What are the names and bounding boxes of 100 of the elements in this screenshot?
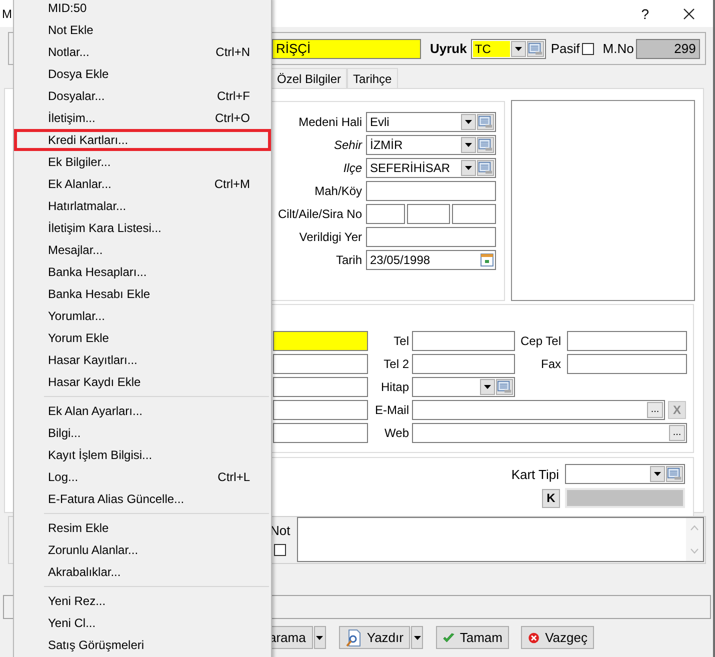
menu-item[interactable]: Yorumlar... [14, 305, 271, 327]
close-icon[interactable] [683, 8, 695, 20]
menu-item[interactable]: Mesajlar... [14, 239, 271, 261]
field-label: Verildigi Yer [298, 230, 363, 244]
dropdown-button[interactable] [461, 114, 476, 130]
menu-item[interactable]: Not Ekle [14, 19, 271, 41]
menu-item[interactable]: Hatırlatmalar... [14, 195, 271, 217]
print-preview-icon [346, 628, 362, 646]
caret-icon [484, 385, 491, 389]
name-field[interactable]: RİŞÇİ [272, 38, 421, 58]
field-label: Medeni Hali [298, 115, 363, 129]
member-number-label: M.No [602, 41, 634, 56]
combo-field[interactable]: Evli [366, 112, 496, 132]
input-field[interactable] [366, 204, 405, 224]
caret-icon [316, 636, 324, 640]
caret-icon [414, 636, 421, 640]
input-field[interactable] [412, 331, 515, 351]
field-label: Tel [392, 334, 410, 348]
field-label: Tel 2 [382, 357, 410, 371]
window-title: M [2, 6, 12, 20]
menu-item[interactable]: Bilgi... [14, 422, 271, 444]
calendar-icon[interactable] [480, 253, 494, 267]
list-icon [478, 138, 493, 152]
dropdown-button[interactable] [510, 40, 526, 56]
note-checkbox[interactable] [274, 544, 286, 556]
cancel-button[interactable]: Vazgeç [521, 626, 594, 649]
dropdown-button[interactable] [480, 379, 495, 395]
menu-item[interactable]: İletişim Kara Listesi... [14, 217, 271, 239]
field-label: Ilçe [342, 161, 363, 175]
menu-item[interactable]: Kredi Kartları... [14, 129, 271, 151]
input-field[interactable] [273, 354, 368, 374]
combo-field[interactable]: İZMİR [366, 135, 496, 155]
input-field[interactable] [273, 400, 368, 420]
note-text-area[interactable] [297, 517, 704, 562]
menu-item[interactable]: Akrabalıklar... [14, 561, 271, 583]
menu-item[interactable]: E-Fatura Alias Güncelle... [14, 488, 271, 510]
date-field[interactable]: 23/05/1998 [366, 250, 496, 270]
print-button[interactable]: Yazdır [338, 626, 410, 649]
menu-item[interactable]: Ek Alanlar... Ctrl+M [14, 173, 271, 195]
menu-item[interactable]: Banka Hesapları... [14, 261, 271, 283]
menu-item[interactable]: Ek Alan Ayarları... [14, 400, 271, 422]
menu-item[interactable]: Log... Ctrl+L [14, 466, 271, 488]
member-number-field: 299 [636, 38, 700, 58]
lookup-button[interactable] [526, 40, 544, 56]
menu-item[interactable]: Notlar... Ctrl+N [14, 41, 271, 63]
email-field[interactable]: ... [412, 400, 665, 420]
tab[interactable]: Tarihçe [347, 68, 398, 88]
field-label: Hitap [380, 380, 410, 394]
menu-item[interactable]: İletişim... Ctrl+O [14, 107, 271, 129]
browse-button[interactable]: ... [669, 425, 685, 441]
help-button[interactable]: ? [641, 6, 649, 22]
dropdown-button[interactable] [650, 466, 665, 482]
input-field[interactable] [452, 204, 496, 224]
dropdown-button[interactable] [411, 626, 424, 649]
menu-item[interactable]: Ek Bilgiler... [14, 151, 271, 173]
list-icon [528, 42, 543, 56]
combo-field[interactable]: SEFERİHİSAR [366, 158, 496, 178]
caret-icon [465, 166, 472, 170]
nationality-label: Uyruk [430, 41, 467, 56]
caret-icon [465, 143, 472, 147]
input-field[interactable] [273, 331, 368, 351]
caret-icon [654, 472, 661, 476]
ok-button[interactable]: Tamam [436, 626, 510, 649]
menu-item[interactable]: Yorum Ekle [14, 327, 271, 349]
combo-field[interactable] [412, 377, 515, 397]
k-button[interactable]: K [542, 488, 560, 508]
dropdown-button[interactable] [461, 137, 476, 153]
field-label: Tarih [334, 253, 363, 267]
menu-item[interactable]: Zorunlu Alanlar... [14, 539, 271, 561]
tab[interactable]: Özel Bilgiler [271, 68, 348, 88]
field-label: Mah/Köy [314, 184, 363, 198]
menu-item[interactable]: Yeni Rez... [14, 590, 271, 612]
input-field[interactable] [407, 204, 450, 224]
combo-field[interactable] [565, 464, 685, 484]
input-field[interactable] [366, 227, 496, 247]
input-field[interactable] [412, 354, 515, 374]
menu-item[interactable]: MID:50 [14, 0, 271, 19]
nationality-field[interactable]: TC [470, 38, 546, 58]
passive-checkbox[interactable] [582, 42, 594, 54]
menu-item[interactable]: Banka Hesabı Ekle [14, 283, 271, 305]
menu-item[interactable]: Dosya Ekle [14, 63, 271, 85]
menu-item[interactable]: Hasar Kayıtları... [14, 349, 271, 371]
input-field[interactable] [567, 331, 687, 351]
caret-icon [465, 120, 472, 124]
input-field[interactable] [273, 423, 368, 443]
input-field[interactable] [567, 354, 687, 374]
menu-item[interactable]: Resim Ekle [14, 517, 271, 539]
input-field[interactable] [273, 377, 368, 397]
web-field[interactable]: ... [412, 423, 687, 443]
menu-item[interactable]: Hasar Kaydı Ekle [14, 371, 271, 393]
card-type-label: Kart Tipi [511, 466, 559, 482]
browse-button[interactable]: ... [647, 402, 663, 418]
input-field[interactable] [366, 181, 496, 201]
dropdown-button[interactable] [314, 626, 326, 649]
dropdown-button[interactable] [461, 160, 476, 176]
field-label: Sehir [332, 138, 364, 152]
menu-item[interactable]: Dosyalar... Ctrl+F [14, 85, 271, 107]
passive-label: Pasif [550, 41, 580, 56]
field-label: Web [384, 426, 410, 440]
menu-item[interactable]: Kayıt İşlem Bilgisi... [14, 444, 271, 466]
